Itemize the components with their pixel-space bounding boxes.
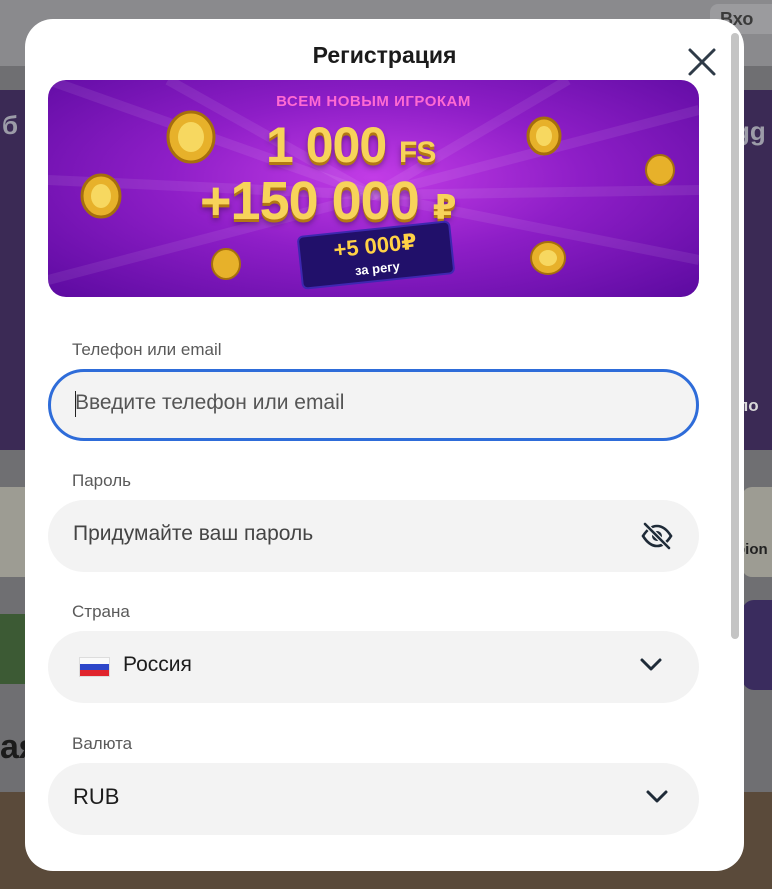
- promo-free-spins: 1 000 FS: [266, 116, 436, 174]
- contact-placeholder: Введите телефон или email: [75, 391, 345, 414]
- close-button[interactable]: [685, 45, 719, 79]
- password-placeholder: Придумайте ваш пароль: [73, 522, 314, 545]
- contact-label: Телефон или email: [72, 340, 222, 359]
- background-banner-right: gg по: [734, 90, 772, 450]
- currency-select[interactable]: RUB: [48, 763, 699, 835]
- background-purple-tile: [742, 600, 772, 690]
- promo-free-spins-unit: FS: [399, 136, 436, 169]
- chevron-down-icon: [640, 658, 662, 671]
- background-card-right: pion: [736, 487, 772, 577]
- modal-scrollbar[interactable]: [731, 33, 739, 639]
- contact-input[interactable]: Введите телефон или email: [48, 369, 699, 441]
- currency-selected-value: RUB: [73, 784, 120, 809]
- country-selected-value: Россия: [123, 653, 192, 676]
- promo-headline: ВСЕМ НОВЫМ ИГРОКАМ: [276, 93, 471, 110]
- chevron-down-icon: [646, 790, 668, 803]
- password-input[interactable]: Придумайте ваш пароль: [48, 500, 699, 572]
- russia-flag-icon: [79, 657, 110, 677]
- promo-free-spins-amount: 1 000: [266, 117, 387, 173]
- registration-modal: Регистрация ВСЕМ НОВЫМ ИГРОКАМ 1 000 FS …: [25, 19, 744, 871]
- password-label: Пароль: [72, 471, 131, 490]
- promo-bonus-amount: +150 000: [200, 171, 420, 231]
- country-label: Страна: [72, 602, 130, 621]
- country-select[interactable]: Россия: [48, 631, 699, 703]
- promo-banner: ВСЕМ НОВЫМ ИГРОКАМ 1 000 FS +150 000 ₽ +…: [48, 80, 699, 297]
- background-left-fragment: б: [2, 110, 19, 140]
- currency-label: Валюта: [72, 734, 133, 753]
- modal-title: Регистрация: [312, 42, 457, 68]
- eye-slash-icon[interactable]: [641, 522, 673, 550]
- close-icon: [688, 48, 716, 76]
